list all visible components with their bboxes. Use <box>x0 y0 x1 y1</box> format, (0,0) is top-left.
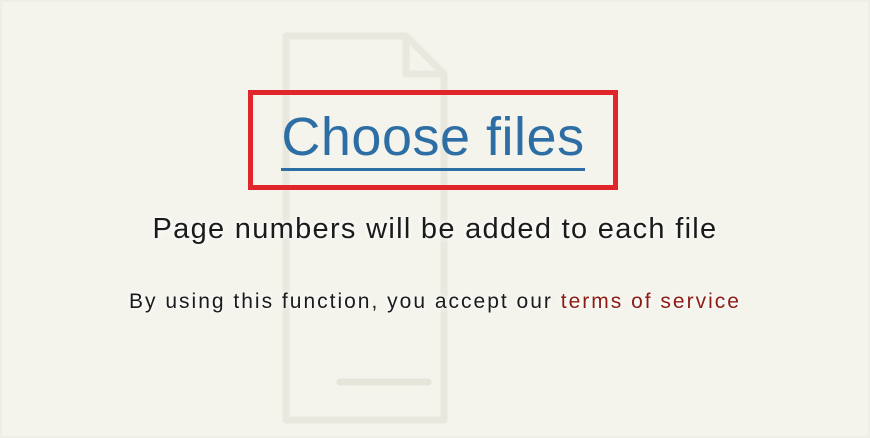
choose-files-highlight: Choose files <box>248 90 618 190</box>
terms-of-service-link[interactable]: terms of service <box>561 290 741 313</box>
terms-notice: By using this function, you accept our t… <box>0 285 870 319</box>
choose-files-button[interactable]: Choose files <box>253 95 613 185</box>
terms-prefix: By using this function, you accept our <box>129 290 553 313</box>
upload-page: Choose files Page numbers will be added … <box>0 0 870 438</box>
choose-files-label: Choose files <box>281 110 585 171</box>
upload-description: Page numbers will be added to each file <box>152 213 718 245</box>
